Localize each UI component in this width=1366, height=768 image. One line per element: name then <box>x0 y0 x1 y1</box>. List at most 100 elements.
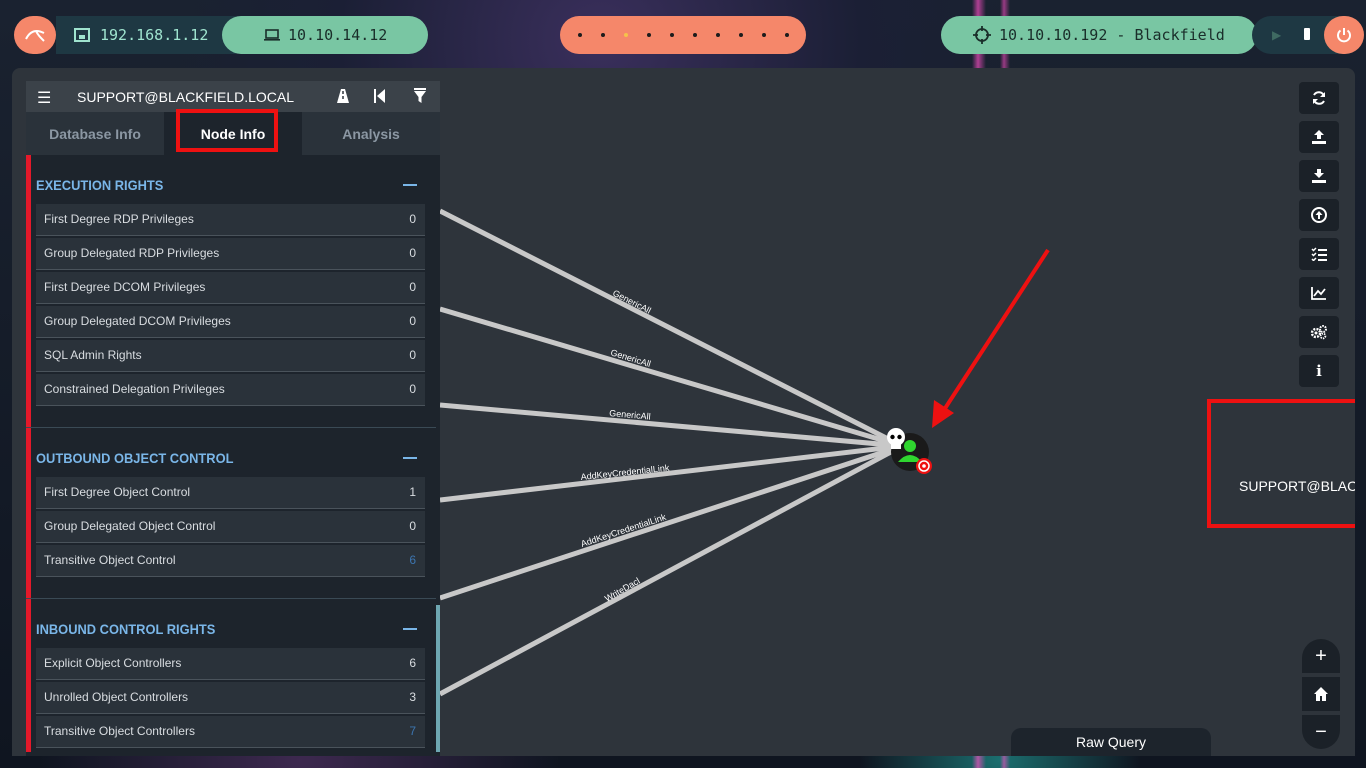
target-indicator: 10.10.10.192 - Blackfield <box>941 16 1257 54</box>
edge-label: AddKeyCredentialLink <box>580 512 668 549</box>
queries-button[interactable] <box>1299 238 1339 270</box>
stats-icon <box>1311 287 1326 300</box>
power-button[interactable] <box>1324 16 1364 54</box>
export-button[interactable] <box>1299 121 1339 153</box>
kali-menu-button[interactable] <box>14 16 56 54</box>
refresh-icon <box>1313 91 1325 105</box>
collapse-icon[interactable] <box>403 184 417 186</box>
workspace-dot[interactable] <box>715 33 720 37</box>
workspace-dot[interactable] <box>577 33 582 37</box>
row-label: Group Delegated Object Control <box>44 519 216 533</box>
workspace-dot[interactable] <box>669 33 674 37</box>
workspace-dot[interactable] <box>784 33 789 37</box>
settings-button[interactable] <box>1299 316 1339 348</box>
battery-icon <box>1304 28 1310 40</box>
workspace-dot[interactable] <box>600 33 605 37</box>
upload-data-button[interactable] <box>1299 199 1339 231</box>
section-outbound-object-control[interactable]: OUTBOUND OBJECT CONTROL <box>36 450 233 466</box>
plus-icon: + <box>1315 644 1327 667</box>
workspace-dot[interactable] <box>692 33 697 37</box>
vpn-indicator: 10.10.14.12 <box>222 16 428 54</box>
row-label: First Degree RDP Privileges <box>44 212 194 226</box>
ethernet-ip: 192.168.1.12 <box>100 26 209 44</box>
back-icon[interactable] <box>374 89 386 103</box>
scrollbar[interactable] <box>436 605 440 752</box>
annotation-box <box>1207 399 1355 528</box>
workspace-dot-active[interactable] <box>623 33 628 37</box>
section-inbound-control-rights[interactable]: INBOUND CONTROL RIGHTS <box>36 621 215 637</box>
bloodhound-window: GenericAll GenericAll GenericAll AddKeyC… <box>12 68 1355 756</box>
list-item[interactable]: Explicit Object Controllers 6 <box>36 648 425 680</box>
list-item[interactable]: Constrained Delegation Privileges 0 <box>36 374 425 406</box>
workspace-dot[interactable] <box>761 33 766 37</box>
pathfinding-icon[interactable] <box>335 88 351 104</box>
row-value: 1 <box>409 485 416 499</box>
power-icon <box>1337 28 1351 43</box>
volume-icon[interactable]: ▶ <box>1272 28 1281 42</box>
workspace-switcher[interactable] <box>560 16 806 54</box>
row-value: 0 <box>409 280 416 294</box>
section-divider <box>26 427 436 428</box>
list-item[interactable]: First Degree Object Control 1 <box>36 477 425 509</box>
info-icon: i <box>1316 362 1322 380</box>
import-graph-button[interactable] <box>1299 160 1339 192</box>
section-divider <box>26 598 436 599</box>
row-label: First Degree DCOM Privileges <box>44 280 206 294</box>
node-type-bar <box>26 155 31 752</box>
tab-annotation-box <box>176 109 278 152</box>
kali-dragon-icon <box>25 30 45 42</box>
tab-database-info[interactable]: Database Info <box>26 112 164 155</box>
zoom-reset-button[interactable] <box>1302 677 1340 711</box>
workspace-dot[interactable] <box>646 33 651 37</box>
row-value: 0 <box>409 212 416 226</box>
workspace-dot[interactable] <box>738 33 743 37</box>
menu-icon[interactable]: ☰ <box>37 88 51 108</box>
collapse-icon[interactable] <box>403 628 417 630</box>
tab-analysis[interactable]: Analysis <box>302 112 440 155</box>
row-value-link[interactable]: 7 <box>409 724 416 738</box>
list-item[interactable]: Group Delegated Object Control 0 <box>36 511 425 543</box>
filter-icon[interactable] <box>414 88 426 103</box>
about-button[interactable]: i <box>1299 355 1339 387</box>
list-item[interactable]: Group Delegated RDP Privileges 0 <box>36 238 425 270</box>
settings-icon <box>1310 325 1327 340</box>
row-value: 3 <box>409 690 416 704</box>
row-label: Group Delegated RDP Privileges <box>44 246 220 260</box>
queries-icon <box>1311 247 1327 261</box>
collapse-icon[interactable] <box>403 457 417 459</box>
row-label: Transitive Object Controllers <box>44 724 195 738</box>
list-item[interactable]: SQL Admin Rights 0 <box>36 340 425 372</box>
row-value: 0 <box>409 246 416 260</box>
refresh-button[interactable] <box>1299 82 1339 114</box>
vpn-ip: 10.10.14.12 <box>288 26 388 44</box>
graph-edge <box>440 443 904 697</box>
row-label: Unrolled Object Controllers <box>44 690 189 704</box>
list-item[interactable]: First Degree DCOM Privileges 0 <box>36 272 425 304</box>
ethernet-indicator: 192.168.1.12 <box>56 16 236 54</box>
raw-query-button[interactable]: Raw Query <box>1011 728 1211 756</box>
search-input[interactable]: SUPPORT@BLACKFIELD.LOCAL <box>77 89 294 105</box>
section-execution-rights[interactable]: EXECUTION RIGHTS <box>36 177 163 193</box>
upload-icon <box>1312 130 1326 144</box>
network-icon <box>74 28 90 42</box>
list-item[interactable]: Unrolled Object Controllers 3 <box>36 682 425 714</box>
target-label: 10.10.10.192 - Blackfield <box>999 26 1225 44</box>
graph-canvas[interactable]: GenericAll GenericAll GenericAll AddKeyC… <box>440 68 1355 756</box>
laptop-icon <box>264 29 280 41</box>
list-item[interactable]: First Degree RDP Privileges 0 <box>36 204 425 236</box>
row-label: First Degree Object Control <box>44 485 191 499</box>
row-value-link[interactable]: 6 <box>409 553 416 567</box>
annotation-arrow <box>932 248 1050 428</box>
row-label: Transitive Object Control <box>44 553 176 567</box>
list-item[interactable]: Transitive Object Controllers 7 <box>36 716 425 748</box>
list-item[interactable]: Group Delegated DCOM Privileges 0 <box>36 306 425 338</box>
stats-button[interactable] <box>1299 277 1339 309</box>
list-item[interactable]: Transitive Object Control 6 <box>36 545 425 577</box>
row-value: 0 <box>409 314 416 328</box>
search-bar: ☰ SUPPORT@BLACKFIELD.LOCAL <box>26 81 440 112</box>
zoom-in-button[interactable]: + <box>1302 639 1340 673</box>
download-icon <box>1312 169 1326 183</box>
node-info-panel: ☰ SUPPORT@BLACKFIELD.LOCAL Database Info… <box>26 81 440 756</box>
row-value: 0 <box>409 519 416 533</box>
row-value: 6 <box>409 656 416 670</box>
